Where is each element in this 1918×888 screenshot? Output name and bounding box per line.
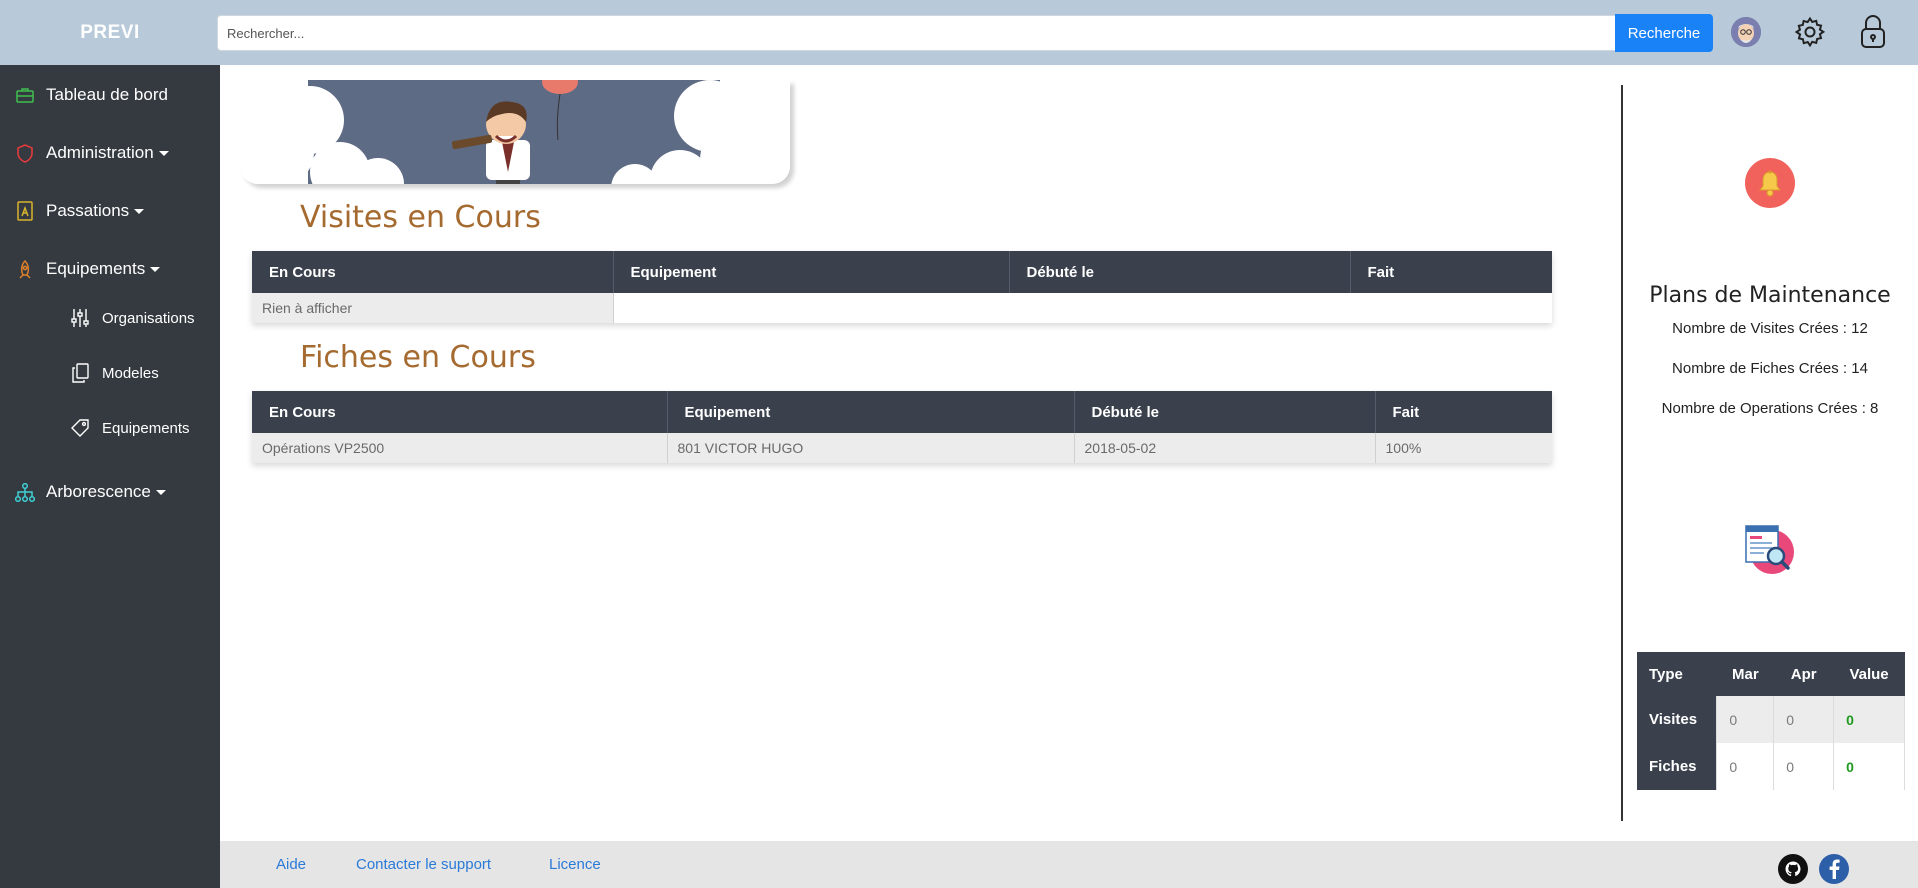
column-header[interactable]: Equipement — [613, 251, 1010, 293]
table-row: Visites 0 0 0 — [1637, 696, 1905, 743]
table-header-row: Type Mar Apr Value — [1637, 652, 1905, 696]
table-cell: 0 — [1716, 696, 1775, 743]
footer-link-support[interactable]: Contacter le support — [356, 856, 491, 873]
table-cell: 0 — [1773, 696, 1835, 743]
table-header-row: En Cours Equipement Débuté le Fait — [252, 391, 1552, 433]
table-cell: 0 — [1833, 696, 1905, 743]
chevron-down-icon — [134, 208, 145, 214]
sidebar: Tableau de bord Administration Passation… — [0, 65, 220, 888]
subitem-label: Organisations — [102, 309, 195, 327]
table-cell — [613, 293, 1552, 323]
chevron-down-icon — [158, 150, 169, 156]
top-bar: PREVI Recherche — [0, 0, 1918, 65]
table-cell: 2018-05-02 — [1074, 433, 1376, 463]
subitem-label: Modeles — [102, 364, 159, 382]
plans-stat-fiches: Nombre de Fiches Crées : 14 — [1672, 360, 1868, 377]
sidebar-item-label: Tableau de bord — [46, 85, 168, 104]
fiches-title: Fiches en Cours — [300, 340, 536, 375]
sidebar-item-arborescence[interactable]: Arborescence — [0, 475, 166, 509]
table-cell: 0 — [1773, 743, 1835, 790]
fiches-table: En Cours Equipement Débuté le Fait Opéra… — [252, 391, 1552, 463]
facebook-icon[interactable] — [1819, 854, 1849, 884]
settings-gear-icon[interactable] — [1793, 15, 1827, 49]
sidebar-subitem-modeles[interactable]: Modeles — [70, 358, 159, 388]
table-cell: 0 — [1716, 743, 1775, 790]
column-header[interactable]: Fait — [1375, 391, 1552, 433]
column-header[interactable]: Fait — [1350, 251, 1552, 293]
table-cell: 0 — [1833, 743, 1905, 790]
sidebar-item-label: Equipements — [46, 259, 146, 278]
plans-stat-operations: Nombre de Operations Crées : 8 — [1661, 400, 1879, 417]
tag-icon — [70, 418, 90, 438]
sidebar-item-equipements[interactable]: Equipements — [0, 252, 161, 286]
table-cell: 100% — [1375, 433, 1552, 463]
chevron-down-icon — [150, 266, 161, 272]
document-icon — [15, 201, 35, 221]
table-cell: Opérations VP2500 — [252, 433, 668, 463]
sliders-icon — [70, 308, 90, 328]
column-header: Value — [1833, 652, 1905, 696]
report-search-icon — [1744, 524, 1796, 576]
panel-divider — [1621, 85, 1623, 821]
table-cell: 801 VICTOR HUGO — [667, 433, 1075, 463]
brand-logo[interactable]: PREVI — [0, 0, 220, 65]
sidebar-item-tableau-de-bord[interactable]: Tableau de bord — [0, 78, 168, 112]
briefcase-icon — [15, 85, 35, 105]
rocket-icon — [15, 259, 35, 279]
sidebar-item-label: Arborescence — [46, 482, 151, 501]
search-input[interactable] — [217, 15, 1617, 51]
subitem-label: Equipements — [102, 419, 190, 437]
visites-table: En Cours Equipement Débuté le Fait Rien … — [252, 251, 1552, 323]
row-header: Fiches — [1637, 743, 1718, 790]
search-button[interactable]: Recherche — [1615, 14, 1713, 52]
shield-icon — [15, 143, 35, 163]
chevron-down-icon — [155, 489, 166, 495]
bell-icon — [1745, 158, 1795, 208]
footer-link-licence[interactable]: Licence — [549, 856, 601, 873]
sidebar-item-label: Passations — [46, 201, 130, 220]
stats-table: Type Mar Apr Value Visites 0 0 0 Fiches … — [1637, 652, 1905, 790]
footer-link-aide[interactable]: Aide — [276, 856, 306, 873]
table-row[interactable]: Opérations VP2500 801 VICTOR HUGO 2018-0… — [252, 433, 1552, 463]
lock-icon[interactable] — [1858, 14, 1888, 50]
sidebar-subitem-equipements[interactable]: Equipements — [70, 413, 190, 443]
user-avatar[interactable] — [1731, 17, 1761, 47]
sidebar-item-label: Administration — [46, 143, 154, 162]
banner-illustration — [240, 80, 790, 184]
table-row: Fiches 0 0 0 — [1637, 743, 1905, 790]
copy-icon — [70, 363, 90, 383]
column-header[interactable]: Equipement — [667, 391, 1075, 433]
visites-title: Visites en Cours — [300, 200, 541, 235]
column-header[interactable]: En Cours — [252, 391, 668, 433]
sidebar-item-administration[interactable]: Administration — [0, 136, 169, 170]
column-header[interactable]: Débuté le — [1074, 391, 1376, 433]
plans-stat-visites: Nombre de Visites Crées : 12 — [1672, 320, 1868, 337]
sitemap-icon — [15, 482, 35, 502]
column-header[interactable]: Débuté le — [1009, 251, 1351, 293]
column-header: Type — [1637, 652, 1717, 696]
table-row: Rien à afficher — [252, 293, 1552, 323]
column-header: Apr — [1773, 652, 1834, 696]
sidebar-subitem-organisations[interactable]: Organisations — [70, 303, 195, 333]
column-header[interactable]: En Cours — [252, 251, 614, 293]
row-header: Visites — [1637, 696, 1718, 743]
table-header-row: En Cours Equipement Débuté le Fait — [252, 251, 1552, 293]
plans-title: Plans de Maintenance — [1649, 283, 1891, 308]
empty-message: Rien à afficher — [252, 293, 614, 323]
avatar-icon — [1731, 17, 1761, 47]
sidebar-item-passations[interactable]: Passations — [0, 194, 145, 228]
column-header: Mar — [1716, 652, 1774, 696]
github-icon[interactable] — [1778, 854, 1808, 884]
